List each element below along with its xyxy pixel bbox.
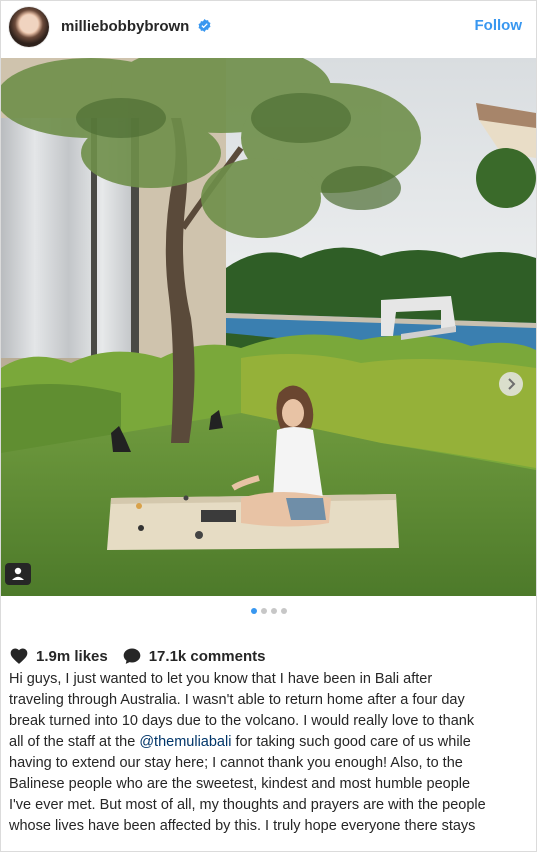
- post-card: milliebobbybrown Follow 1.9m likes 17.1k…: [0, 0, 537, 852]
- carousel-dot: [270, 608, 277, 614]
- mention-link[interactable]: @themuliabali: [139, 734, 231, 750]
- avatar[interactable]: [9, 7, 49, 47]
- comments-group[interactable]: 17.1k comments: [122, 646, 266, 666]
- carousel-dot: [260, 608, 267, 614]
- post-header: milliebobbybrown Follow: [1, 1, 536, 57]
- user-tag-icon: [12, 567, 24, 580]
- user-tag-button[interactable]: [5, 563, 31, 585]
- post-caption: Hi guys, I just wanted to let you know t…: [9, 669, 489, 837]
- username-link[interactable]: milliebobbybrown: [61, 18, 189, 35]
- post-photo[interactable]: [1, 58, 536, 596]
- follow-button[interactable]: Follow: [475, 17, 523, 34]
- carousel-dot-active: [250, 608, 257, 614]
- post-stats: 1.9m likes 17.1k comments: [9, 644, 265, 668]
- carousel-dot: [280, 608, 287, 614]
- chevron-right-icon: [508, 378, 516, 390]
- carousel-indicator: [1, 608, 536, 614]
- likes-count: 1.9m likes: [36, 647, 108, 665]
- verified-badge-icon: [198, 19, 211, 32]
- comments-count: 17.1k comments: [148, 647, 266, 665]
- comment-bubble-icon[interactable]: [122, 646, 142, 666]
- likes-group[interactable]: 1.9m likes: [9, 646, 108, 666]
- heart-icon[interactable]: [9, 646, 29, 666]
- carousel-next-button[interactable]: [499, 372, 523, 396]
